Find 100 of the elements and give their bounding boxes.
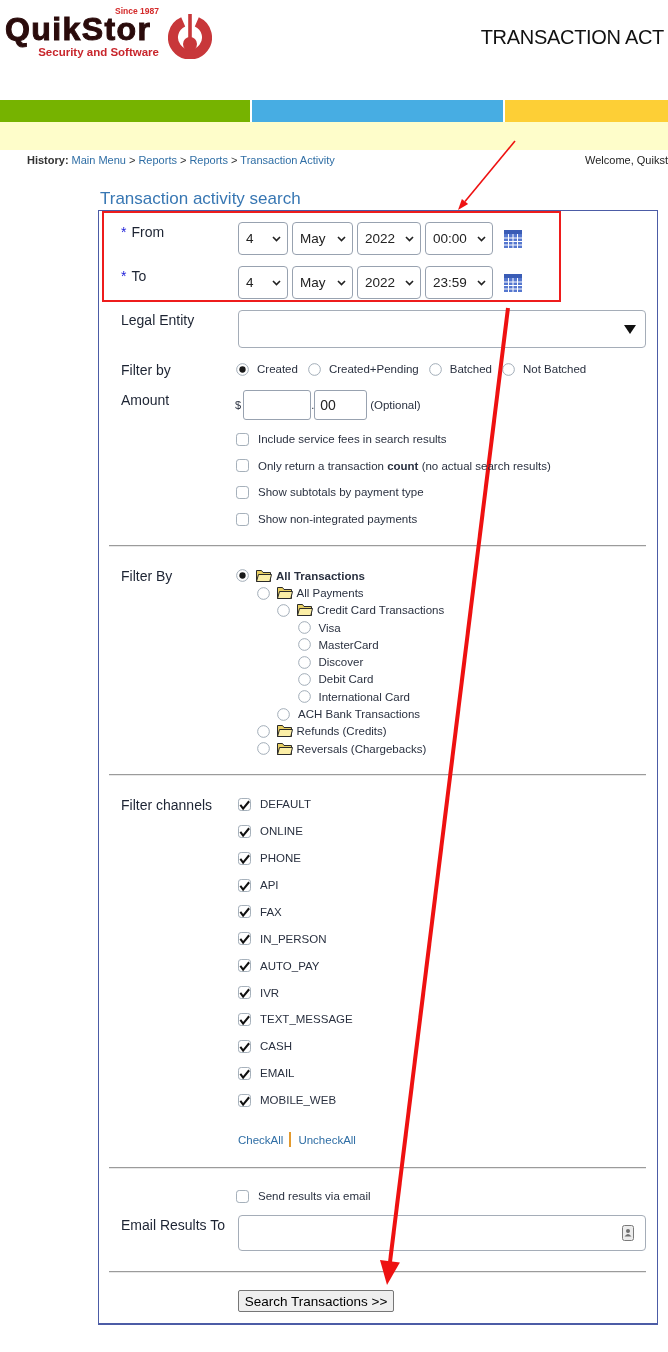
required-mark: * (121, 224, 127, 240)
folder-icon (256, 569, 272, 582)
checkbox[interactable] (236, 485, 249, 499)
chevron-down-icon (477, 235, 486, 242)
field-label: To (131, 268, 147, 284)
breadcrumb-separator: > (179, 154, 187, 166)
breadcrumb-separator: > (129, 154, 136, 166)
calendar-icon[interactable] (504, 229, 522, 248)
checkbox[interactable] (238, 1039, 251, 1053)
breadcrumb-link[interactable]: Reports (189, 154, 228, 166)
chevron-down-icon (477, 279, 486, 286)
checkbox[interactable] (238, 824, 251, 838)
folder-icon (276, 587, 293, 599)
tree-item-label: International Card (318, 689, 410, 704)
checkbox[interactable] (236, 459, 249, 473)
radio-button[interactable] (297, 690, 311, 704)
folder-icon (276, 725, 293, 738)
folder-icon (276, 742, 293, 755)
tree-item-label: ACH Bank Transactions (298, 707, 421, 722)
chevron-down-icon (337, 279, 346, 286)
channel-label: PHONE (260, 851, 301, 866)
required-mark: * (121, 268, 127, 284)
cents-field[interactable]: 00 (314, 390, 368, 420)
option-label: Show subtotals by payment type (258, 485, 424, 500)
search-button[interactable]: Search Transactions >> (238, 1290, 394, 1313)
year-select[interactable]: 2022 (357, 266, 421, 299)
time-select[interactable]: 23:59 (425, 266, 493, 299)
tree-item-label: MasterCard (318, 637, 379, 652)
legal-entity-select[interactable] (238, 310, 646, 348)
breadcrumb-link[interactable]: Main Menu (71, 154, 126, 166)
field-label: From (131, 224, 165, 240)
field-label: Filter channels (121, 796, 214, 816)
option-label: Batched (449, 362, 492, 376)
checkbox[interactable] (238, 878, 251, 892)
chevron-down-icon (272, 279, 281, 286)
folder-icon (297, 604, 313, 617)
channel-label: IN_PERSON (260, 931, 327, 946)
field-label: Filter by (121, 361, 172, 379)
radio-button[interactable] (236, 362, 249, 376)
radio-button[interactable] (297, 655, 311, 669)
field-label: Filter By (121, 567, 174, 587)
checkbox[interactable] (238, 1066, 251, 1080)
uncheck-all-link[interactable]: UncheckAll (298, 1132, 356, 1147)
option-label: Not Batched (522, 362, 587, 376)
year-select[interactable]: 2022 (357, 222, 421, 255)
tree-item-label: Debit Card (318, 672, 374, 687)
chevron-down-icon (337, 235, 346, 242)
day-select[interactable]: 4 (238, 222, 288, 255)
radio-button[interactable] (428, 362, 442, 376)
time-select[interactable]: 00:00 (425, 222, 493, 255)
checkbox[interactable] (238, 851, 251, 865)
checkbox[interactable] (238, 932, 251, 946)
checkbox[interactable] (236, 512, 249, 526)
channel-label: CASH (260, 1039, 292, 1054)
tree-item-label: All Payments (296, 586, 364, 600)
checkbox[interactable] (238, 1012, 251, 1026)
page-title: TRANSACTION ACT (480, 25, 665, 49)
day-select[interactable]: 4 (238, 266, 288, 299)
radio-button[interactable] (236, 569, 249, 583)
channel-label: TEXT_MESSAGE (260, 1012, 353, 1027)
field-label: Email Results To (121, 1216, 226, 1236)
radio-button[interactable] (297, 673, 311, 686)
currency-sign: $ (235, 399, 242, 411)
radio-button[interactable] (256, 586, 270, 600)
month-select[interactable]: May (292, 266, 353, 299)
month-select[interactable]: May (292, 222, 353, 255)
channel-label: IVR (260, 985, 280, 1000)
chevron-down-icon (405, 279, 414, 286)
email-field[interactable] (238, 1215, 646, 1252)
calendar-icon[interactable] (504, 273, 522, 292)
optional-hint: (Optional) (370, 399, 421, 411)
checkbox[interactable] (238, 959, 251, 973)
dollars-field[interactable] (243, 390, 312, 420)
radio-button[interactable] (297, 638, 311, 652)
channel-label: DEFAULT (260, 797, 311, 812)
logo-emblem-icon (168, 13, 212, 59)
section-heading: Transaction activity search (100, 189, 302, 209)
breadcrumb-link[interactable]: Transaction Activity (240, 154, 335, 166)
checkbox[interactable] (238, 905, 251, 919)
channel-label: AUTO_PAY (260, 958, 320, 973)
checkbox[interactable] (236, 1189, 249, 1203)
option-label: Include service fees in search results (258, 432, 447, 446)
tree-item-label: Visa (318, 620, 341, 635)
radio-button[interactable] (501, 362, 515, 376)
radio-button[interactable] (256, 742, 270, 756)
breadcrumb-link[interactable]: Reports (138, 154, 177, 166)
radio-button[interactable] (297, 621, 311, 635)
option-label: Created (257, 362, 298, 376)
check-all-link[interactable]: CheckAll (238, 1132, 284, 1147)
radio-button[interactable] (307, 362, 321, 376)
radio-button[interactable] (256, 724, 270, 738)
checkbox[interactable] (236, 432, 249, 446)
field-label: Legal Entity (121, 311, 196, 330)
radio-button[interactable] (277, 707, 290, 721)
checkbox[interactable] (238, 1093, 251, 1107)
radio-button[interactable] (277, 603, 290, 617)
logo-since-text: Since 1987 (115, 7, 159, 16)
checkbox[interactable] (238, 986, 251, 1000)
checkbox[interactable] (238, 797, 251, 811)
channel-label: ONLINE (260, 824, 303, 839)
